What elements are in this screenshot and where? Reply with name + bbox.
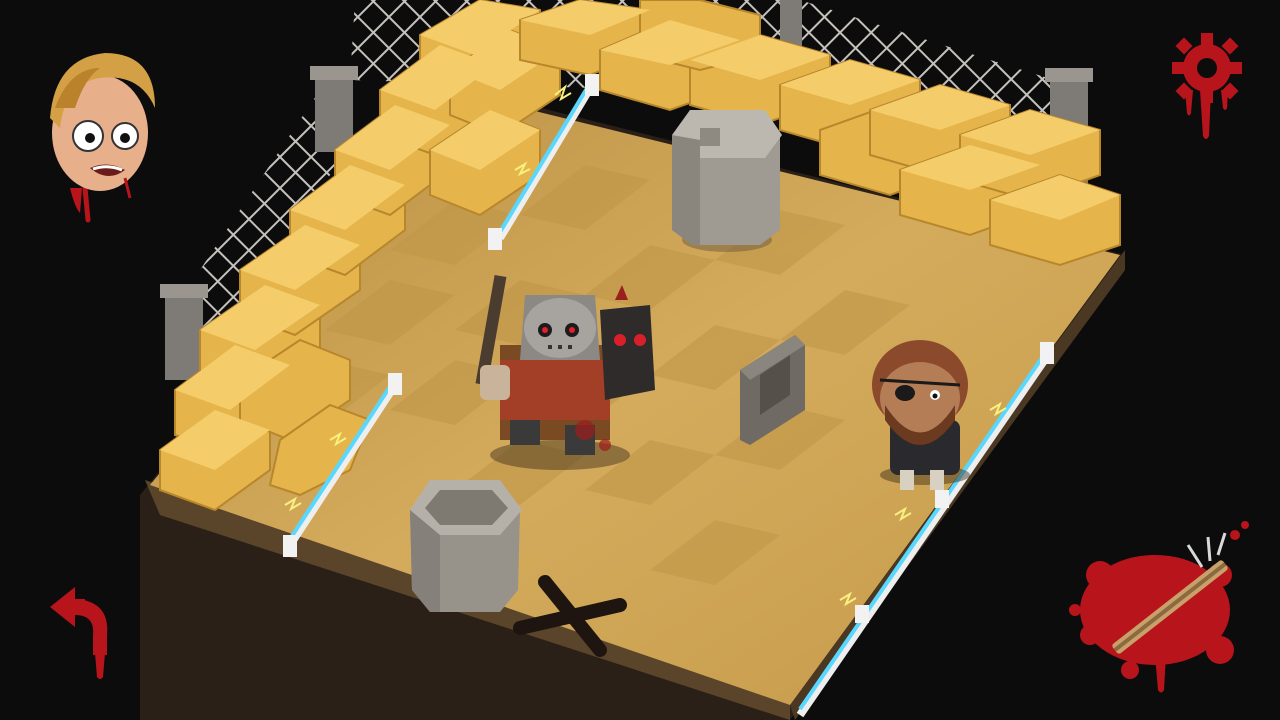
barrel-pot[interactable] — [410, 480, 522, 612]
trash-can[interactable] — [672, 110, 782, 252]
weapon-button[interactable] — [1060, 515, 1250, 695]
gear-icon — [1172, 33, 1242, 139]
machete-weapon-icon — [1069, 521, 1249, 693]
victim-portrait — [30, 38, 170, 223]
scared-face-icon — [50, 53, 155, 223]
undo-arrow-icon — [50, 587, 108, 679]
undo-button[interactable] — [45, 585, 120, 680]
settings-button[interactable] — [1165, 28, 1250, 143]
